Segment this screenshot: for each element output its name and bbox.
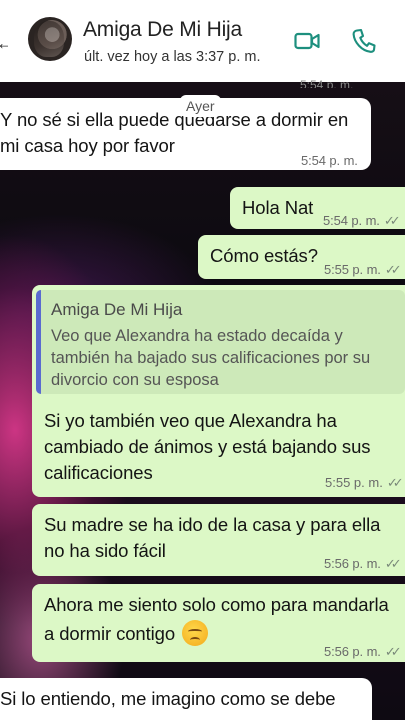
message-incoming[interactable]: Si lo entiendo, me imagino como se debe [0,678,372,720]
read-ticks-icon: ✓✓ [384,644,402,659]
message-outgoing[interactable]: Ahora me siento solo como para mandarla … [32,584,405,662]
message-text-line: Ahora me siento solo como para mandarla [44,594,389,615]
message-outgoing[interactable]: Hola Nat 5:54 p. m. ✓✓ [230,187,405,229]
message-outgoing[interactable]: Cómo estás? 5:55 p. m. ✓✓ [198,235,405,279]
message-outgoing[interactable]: Su madre se ha ido de la casa y para ell… [32,504,405,576]
phone-call-icon[interactable] [352,28,376,54]
message-time: 5:55 p. m. ✓✓ [325,475,404,490]
message-time: 5:54 p. m. [301,153,358,168]
read-ticks-icon: ✓✓ [386,475,404,490]
read-ticks-icon: ✓✓ [383,213,401,228]
message-text-line: mi casa hoy por favor [0,135,175,156]
read-ticks-icon: ✓✓ [384,262,402,277]
message-text-line-wrap: a dormir contigo [44,620,209,647]
message-time: 5:56 p. m. ✓✓ [324,639,402,665]
message-text-line: no ha sido fácil [44,540,166,561]
contact-name[interactable]: Amiga De Mi Hija [83,18,242,42]
message-text-line: a dormir contigo [44,623,176,644]
previous-message-time: 5:54 p. m. [300,78,354,88]
date-separator: Ayer [180,95,221,117]
message-text-line: Su madre se ha ido de la casa y para ell… [44,514,381,535]
message-time: 5:54 p. m. ✓✓ [323,208,401,234]
quoted-text: Veo que Alexandra ha estado decaída y ta… [51,327,371,389]
quote-accent-bar [36,290,41,394]
read-ticks-icon: ✓✓ [384,556,402,571]
message-text: Hola Nat [242,197,314,218]
disappointed-face-icon [182,620,209,646]
chat-header: ← Amiga De Mi Hija últ. vez hoy a las 3:… [0,0,405,82]
quoted-message[interactable]: Amiga De Mi Hija Veo que Alexandra ha es… [36,290,405,394]
message-time: 5:56 p. m. ✓✓ [324,551,402,577]
back-arrow-icon[interactable]: ← [0,33,8,54]
message-text: Si yo también veo que Alexandra ha cambi… [44,410,371,483]
quoted-author: Amiga De Mi Hija [51,300,183,319]
video-call-icon[interactable] [294,30,320,52]
avatar[interactable] [28,17,72,61]
message-text: Si lo entiendo, me imagino como se debe [0,688,336,709]
last-seen-status: últ. vez hoy a las 3:37 p. m. [84,49,261,65]
message-text-line: Y no sé si ella puede quedarse a dormir … [0,109,349,130]
message-text: Cómo estás? [210,245,318,266]
message-time: 5:55 p. m. ✓✓ [324,257,402,283]
